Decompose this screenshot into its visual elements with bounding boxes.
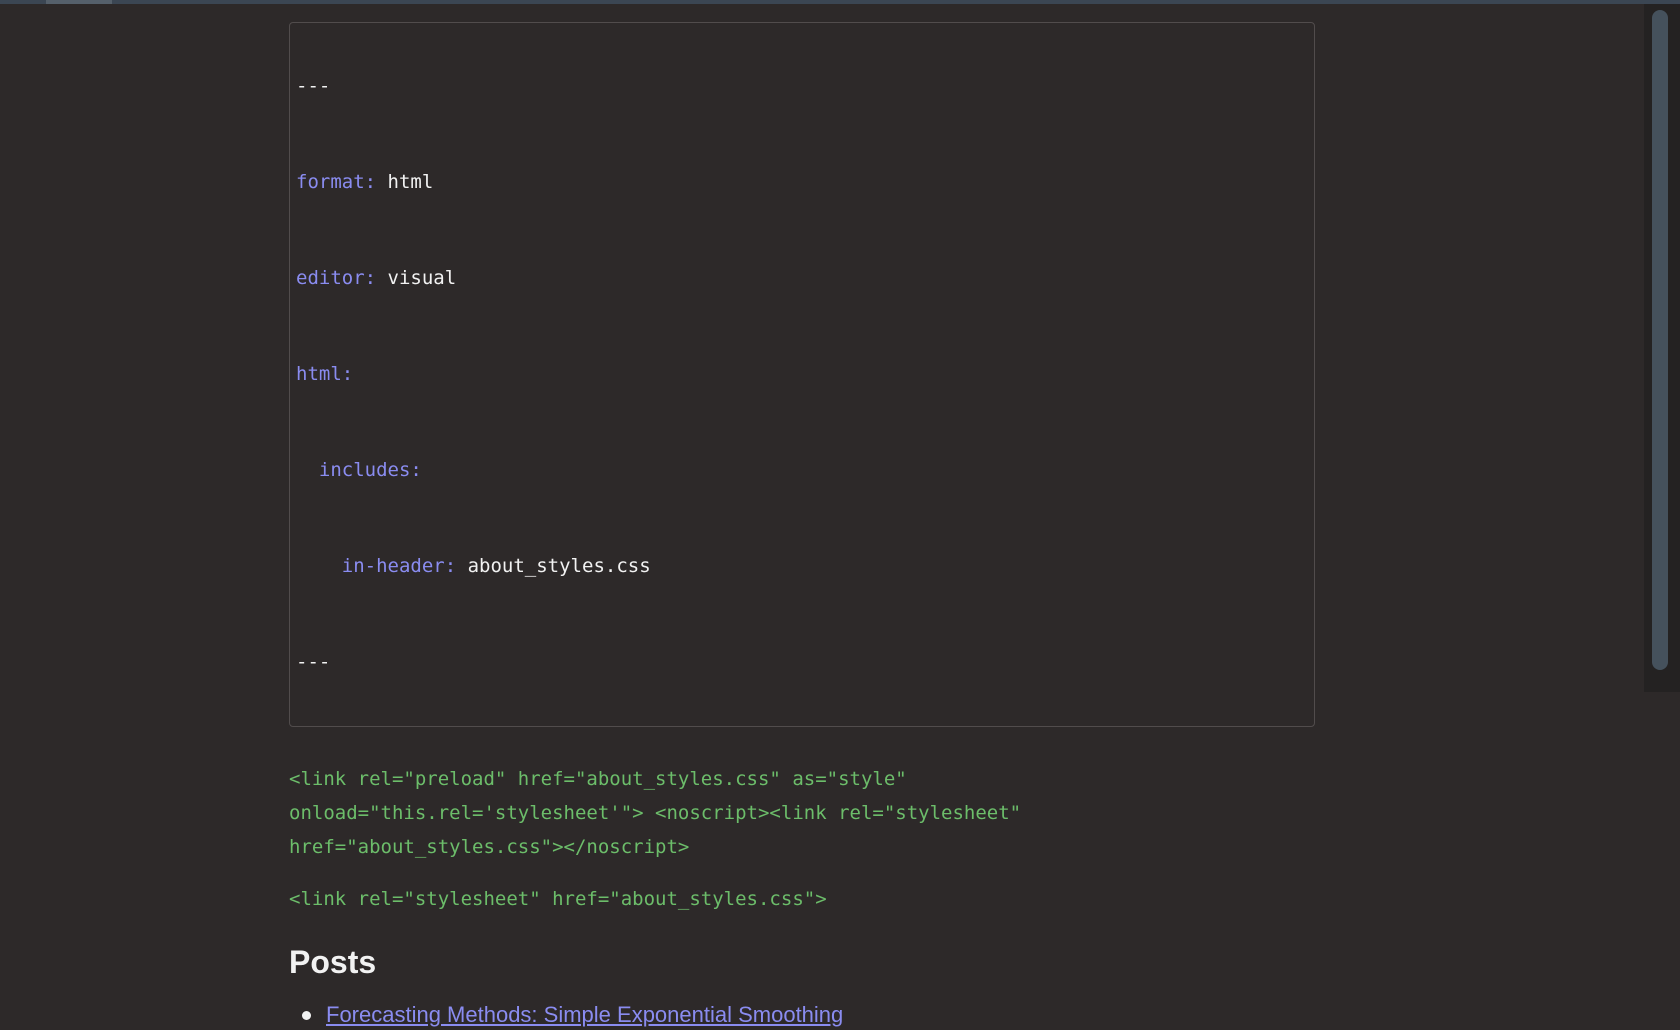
yaml-close-fence: ---: [296, 651, 331, 673]
yaml-key: format: [296, 171, 365, 193]
posts-list: Forecasting Methods: Simple Exponential …: [289, 1000, 1315, 1030]
yaml-separator: :: [444, 555, 468, 577]
yaml-indent: [296, 459, 319, 481]
yaml-line-format: format: html: [296, 170, 1308, 194]
posts-heading: Posts: [289, 944, 377, 980]
yaml-key: editor: [296, 267, 365, 289]
yaml-separator: :: [410, 459, 422, 481]
list-item: Forecasting Methods: Simple Exponential …: [289, 1000, 1315, 1030]
yaml-value: visual: [387, 267, 457, 289]
yaml-key: html: [296, 363, 342, 385]
post-link[interactable]: Forecasting Methods: Simple Exponential …: [326, 1002, 843, 1027]
raw-html-preload-block[interactable]: <link rel="preload" href="about_styles.c…: [289, 762, 1189, 864]
yaml-separator: :: [364, 267, 388, 289]
yaml-value: about_styles.css: [467, 555, 651, 577]
yaml-open-fence: ---: [296, 75, 331, 97]
yaml-separator: :: [364, 171, 388, 193]
document-content: --- format: html editor: visual html: in…: [289, 22, 1315, 1030]
yaml-indent: [296, 555, 342, 577]
yaml-front-matter[interactable]: --- format: html editor: visual html: in…: [289, 22, 1315, 727]
yaml-line-html: html:: [296, 362, 1308, 386]
yaml-key: in-header: [341, 555, 445, 577]
yaml-value: html: [387, 171, 434, 193]
raw-html-stylesheet-block[interactable]: <link rel="stylesheet" href="about_style…: [289, 882, 1315, 916]
yaml-separator: :: [341, 363, 354, 385]
visual-editor[interactable]: --- format: html editor: visual html: in…: [0, 4, 1644, 1027]
yaml-line-includes: includes:: [296, 458, 1308, 482]
bullet-icon: [302, 1011, 311, 1020]
yaml-key: includes: [318, 459, 411, 481]
scrollbar-thumb[interactable]: [1652, 10, 1668, 670]
yaml-line-in-header: in-header: about_styles.css: [296, 554, 1308, 578]
yaml-line-editor: editor: visual: [296, 266, 1308, 290]
